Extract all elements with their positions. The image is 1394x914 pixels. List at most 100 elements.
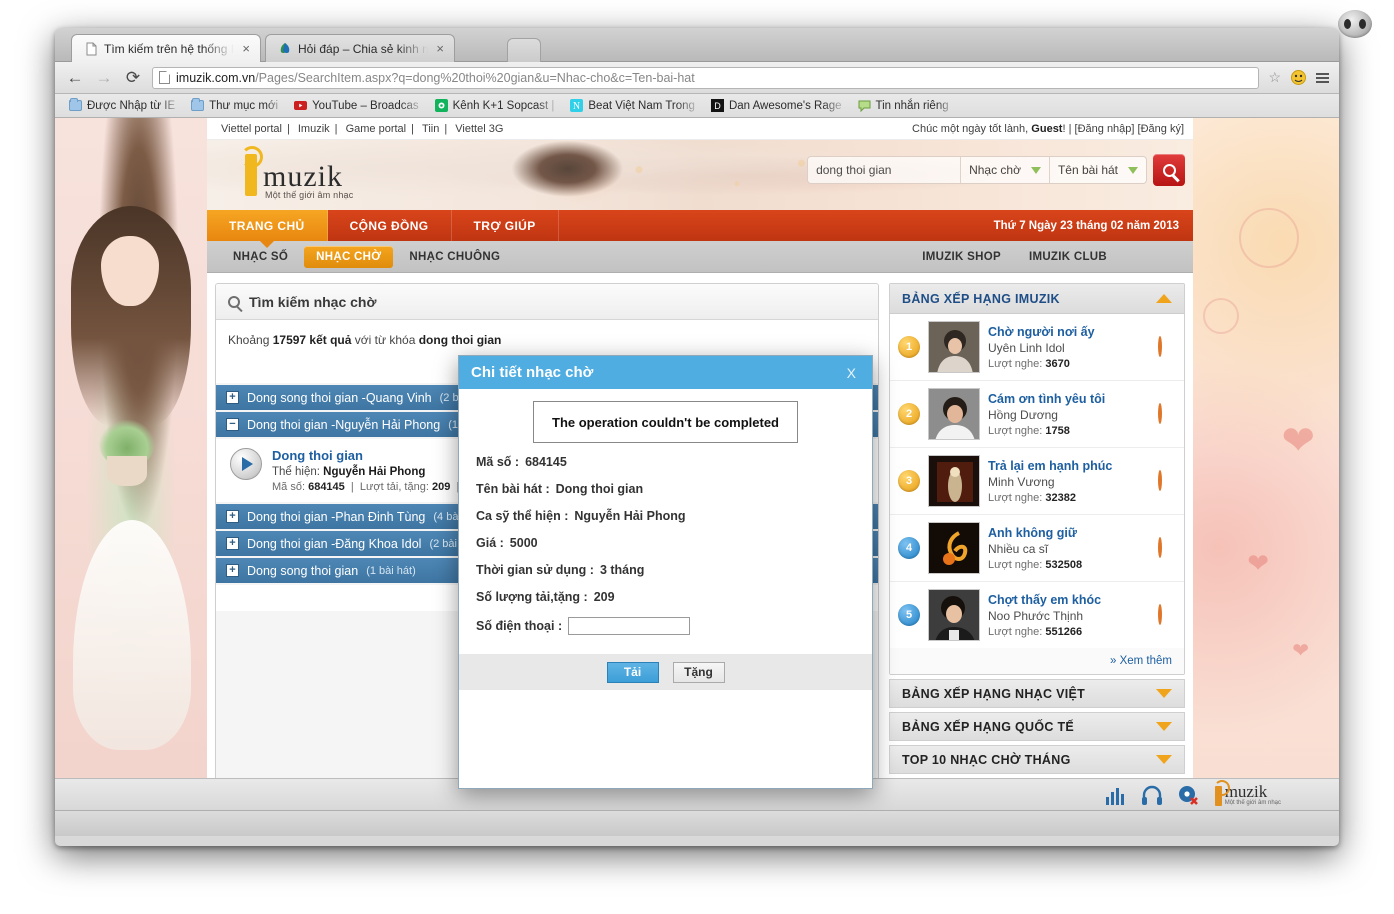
ringtone-icon[interactable] xyxy=(1158,336,1162,357)
chevron-down-icon[interactable] xyxy=(1156,722,1172,731)
browser-tab-1-close-icon[interactable]: × xyxy=(242,41,250,56)
gift-button[interactable]: Tặng xyxy=(672,661,725,683)
bookmark-2[interactable]: YouTube – Broadcas xyxy=(288,97,425,114)
result-group-1-label: Dong thoi gian -Nguyễn Hải Phong xyxy=(247,417,441,432)
rank-title-3[interactable]: Trả lại em hạnh phúc xyxy=(988,459,1146,473)
expand-icon[interactable]: + xyxy=(226,537,239,550)
top-link-game-portal[interactable]: Game portal xyxy=(341,123,412,135)
headphones-icon[interactable] xyxy=(1141,785,1163,805)
ringtone-icon[interactable] xyxy=(1158,403,1162,424)
nav-item-cong-dong[interactable]: CỘNG ĐỒNG xyxy=(328,210,452,241)
collapse-icon[interactable]: − xyxy=(226,418,239,431)
ringtone-icon[interactable] xyxy=(1158,537,1162,558)
rank-item-2[interactable]: 2 Cám ơn tình yêu tôi Hồng Dương Lượt ng… xyxy=(890,381,1184,448)
secondary-navigation: NHẠC SỐ NHẠC CHỜ NHẠC CHUÔNG IMUZIK SHOP… xyxy=(207,241,1193,273)
search-input[interactable] xyxy=(808,157,961,183)
chevron-down-icon[interactable] xyxy=(1156,755,1172,764)
chevron-up-icon[interactable] xyxy=(1156,294,1172,303)
browser-tab-1[interactable]: Tìm kiếm trên hệ thống Im × xyxy=(71,34,261,62)
page-viewport: ❤ ❤ ❤ Viettel portal | Imuzik | Game porta… xyxy=(55,118,1339,810)
song-performer: Nguyễn Hải Phong xyxy=(323,466,426,478)
disc-remove-icon[interactable] xyxy=(1177,785,1199,805)
search-submit-button[interactable] xyxy=(1153,154,1185,186)
bookmark-0[interactable]: Được Nhập từ IE xyxy=(63,98,181,114)
subnav-item-imuzik-club[interactable]: IMUZIK CLUB xyxy=(1017,246,1119,268)
ringtone-icon[interactable] xyxy=(1158,604,1162,625)
rank-item-3[interactable]: 3 Trả lại em hạnh phúc Minh Vương Lượt n… xyxy=(890,448,1184,515)
close-icon[interactable]: X xyxy=(843,365,860,381)
expand-icon[interactable]: + xyxy=(226,510,239,523)
search-category-select[interactable]: Nhạc chờ xyxy=(960,157,1049,183)
ranking-panel-header[interactable]: BẢNG XẾP HẠNG IMUZIK xyxy=(890,284,1184,314)
ringtone-icon[interactable] xyxy=(1158,470,1162,491)
logo-tagline: Một thế giới âm nhạc xyxy=(265,190,354,200)
rank-item-5[interactable]: 5 Chợt thấy em khóc Noo Phước Thịnh Lượt… xyxy=(890,582,1184,648)
nav-item-trang-chu[interactable]: TRANG CHỦ xyxy=(207,210,328,248)
subnav-item-nhac-cho[interactable]: NHẠC CHỜ xyxy=(304,245,394,268)
bookmark-6[interactable]: Tin nhắn riêng xyxy=(852,97,955,114)
top-separator: | xyxy=(286,122,290,135)
site-search-area: Nhạc chờ Tên bài hát xyxy=(807,154,1185,186)
panel-top-10-nhac-cho-thang[interactable]: TOP 10 NHẠC CHỜ THÁNG xyxy=(889,745,1185,774)
footer-logo[interactable]: muzik Một thế giới âm nhạc xyxy=(1213,780,1281,806)
nav-item-tro-giup[interactable]: TRỢ GIÚP xyxy=(452,210,559,241)
rank-item-1[interactable]: 1 Chờ người nơi ấy Uyên Linh Idol Lượt n… xyxy=(890,314,1184,381)
see-more-link[interactable]: » Xem thêm xyxy=(890,648,1184,674)
expand-icon[interactable]: + xyxy=(226,564,239,577)
avatar xyxy=(928,589,980,641)
modal-field-so-dien-thoai-label: Số điện thoại : xyxy=(476,619,563,633)
top-link-tiin[interactable]: Tiin xyxy=(417,123,444,135)
rank-title-1[interactable]: Chờ người nơi ấy xyxy=(988,325,1146,339)
song-downloads: 209 xyxy=(431,481,451,493)
top-link-imuzik[interactable]: Imuzik xyxy=(293,123,335,135)
greeting-username: Guest xyxy=(1031,122,1063,135)
subnav-item-imuzik-shop-label: IMUZIK SHOP xyxy=(922,250,1001,263)
search-results-header-label: Tìm kiếm nhạc chờ xyxy=(249,293,377,310)
bookmark-1[interactable]: Thư mục mới xyxy=(185,98,284,114)
bookmark-5-label: Dan Awesome's Rage xyxy=(728,99,842,112)
download-button[interactable]: Tải xyxy=(606,661,659,683)
equalizer-icon[interactable] xyxy=(1105,785,1127,805)
bookmark-star-icon[interactable]: ☆ xyxy=(1268,69,1281,86)
bookmark-4[interactable]: N Beat Việt Nam Trong xyxy=(564,97,701,114)
window-controls[interactable] xyxy=(1338,10,1372,38)
play-icon[interactable] xyxy=(230,448,262,480)
panel-bang-xep-hang-quoc-te[interactable]: BẢNG XẾP HẠNG QUỐC TẾ xyxy=(889,712,1185,741)
youtube-icon xyxy=(294,99,308,112)
top-link-viettel-portal[interactable]: Viettel portal xyxy=(216,123,287,135)
reload-icon[interactable]: ⟳ xyxy=(123,68,143,88)
forward-icon[interactable]: → xyxy=(94,68,114,88)
rank-item-4[interactable]: 4 Anh không giữ Nhiều ca sĩ Lượt nghe: 5… xyxy=(890,515,1184,582)
browser-menu-icon[interactable] xyxy=(1316,72,1329,83)
back-icon[interactable]: ← xyxy=(65,68,85,88)
panel-bang-xep-hang-nhac-viet-label: BẢNG XẾP HẠNG NHẠC VIỆT xyxy=(902,686,1086,701)
song-title[interactable]: Dong thoi gian xyxy=(272,448,474,463)
browser-tab-2-close-icon[interactable]: × xyxy=(436,41,444,56)
panel-bang-xep-hang-nhac-viet[interactable]: BẢNG XẾP HẠNG NHẠC VIỆT xyxy=(889,679,1185,708)
subnav-item-nhac-so[interactable]: NHẠC SỐ xyxy=(221,246,300,268)
expand-icon[interactable]: + xyxy=(226,391,239,404)
bookmark-1-label: Thư mục mới xyxy=(209,99,279,112)
extension-icon[interactable] xyxy=(1290,69,1307,86)
login-link[interactable]: [Đăng nhập] xyxy=(1075,123,1135,135)
top-link-viettel-3g[interactable]: Viettel 3G xyxy=(450,123,508,135)
search-field-select[interactable]: Tên bài hát xyxy=(1048,157,1146,183)
rank-title-5[interactable]: Chợt thấy em khóc xyxy=(988,593,1146,607)
address-bar[interactable]: imuzik.com.vn/Pages/SearchItem.aspx?q=do… xyxy=(152,66,1260,89)
register-link[interactable]: [Đăng ký] xyxy=(1138,123,1184,135)
subnav-item-imuzik-shop[interactable]: IMUZIK SHOP xyxy=(910,246,1013,268)
rank-title-4[interactable]: Anh không giữ xyxy=(988,526,1146,540)
count-value: 17597 kết quả xyxy=(272,333,352,347)
bookmark-3[interactable]: Kênh K+1 Sopcast | xyxy=(429,97,561,114)
modal-field-thoi-gian-value: 3 tháng xyxy=(599,563,645,577)
phone-input[interactable] xyxy=(568,617,691,635)
rank-title-2[interactable]: Cám ơn tình yêu tôi xyxy=(988,392,1146,406)
bookmark-5[interactable]: D Dan Awesome's Rage xyxy=(705,97,848,114)
browser-tab-2[interactable]: Hỏi đáp – Chia sẻ kinh ng × xyxy=(265,34,455,62)
new-tab-button[interactable] xyxy=(507,38,541,62)
search-box: Nhạc chờ Tên bài hát xyxy=(807,156,1147,184)
song-performer-label: Thể hiện: xyxy=(272,466,320,478)
chevron-down-icon[interactable] xyxy=(1156,689,1172,698)
site-logo[interactable]: muzik Một thế giới âm nhạc xyxy=(241,146,391,204)
subnav-item-nhac-chuong[interactable]: NHẠC CHUÔNG xyxy=(397,246,512,268)
